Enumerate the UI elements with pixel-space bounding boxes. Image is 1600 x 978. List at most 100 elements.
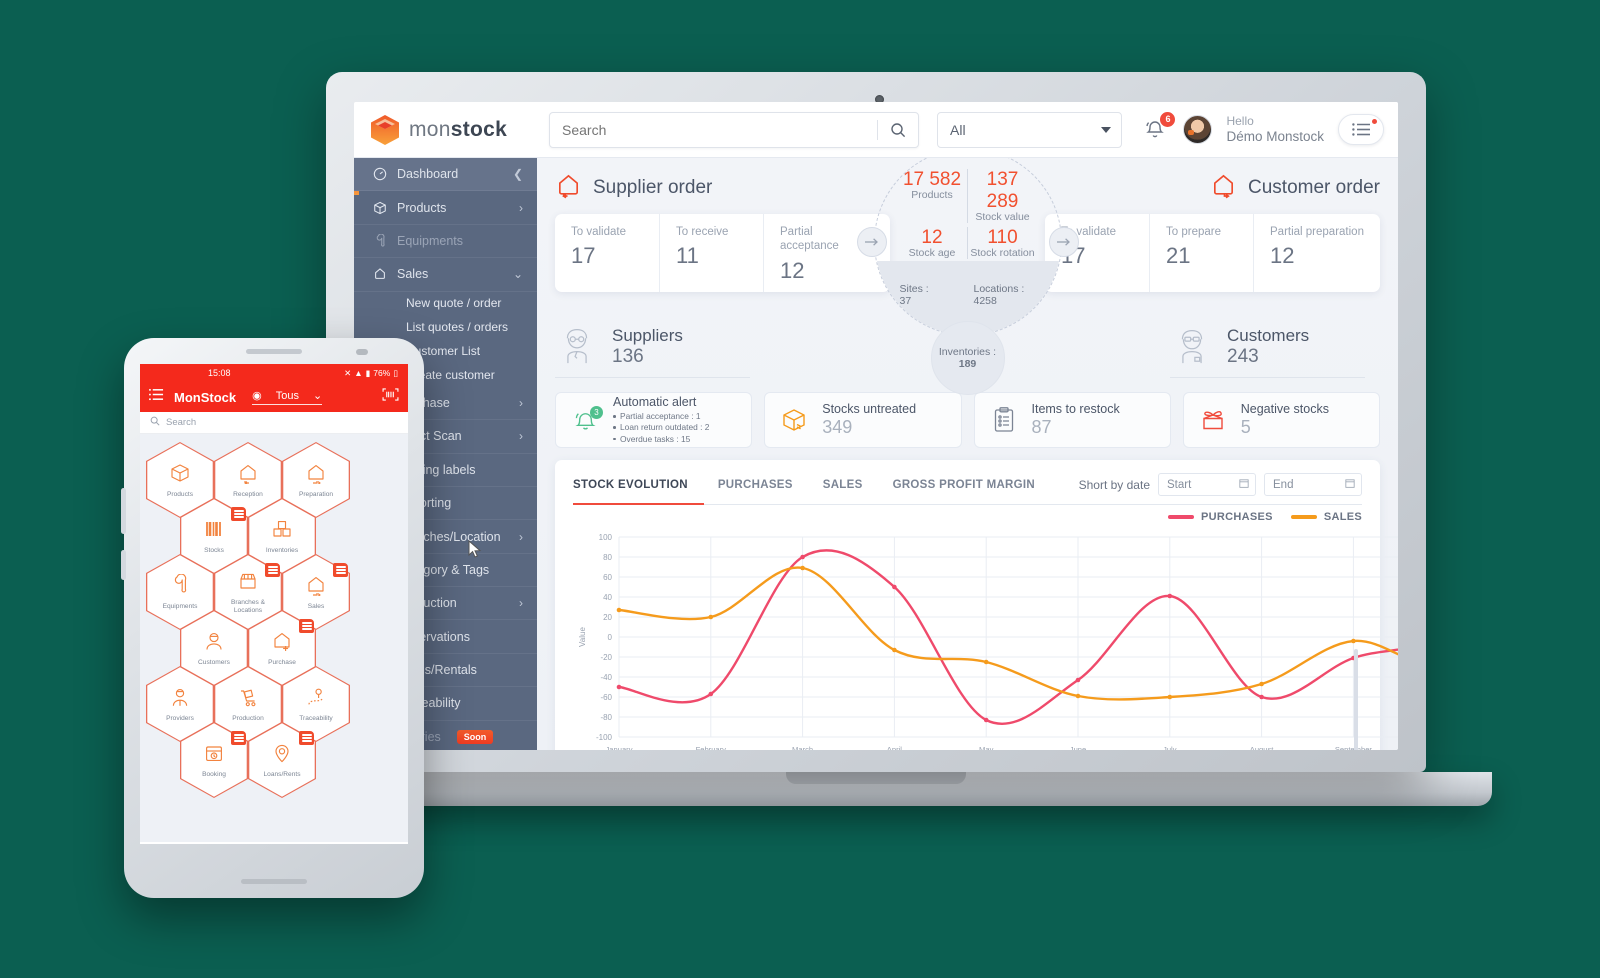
brand-logo[interactable]: monstock bbox=[354, 114, 537, 146]
start-date-placeholder: Start bbox=[1167, 478, 1192, 491]
hex-notification-badge bbox=[299, 619, 314, 633]
dial-arrow-right-icon bbox=[1048, 227, 1079, 257]
alert-card-items-to-restock[interactable]: Items to restock 87 bbox=[973, 392, 1171, 448]
hex-tile-booking[interactable]: Booking bbox=[180, 722, 248, 798]
kpi-to-prepare[interactable]: To prepare 21 bbox=[1149, 214, 1253, 292]
end-date-input[interactable]: End bbox=[1264, 473, 1362, 496]
tab-purchases[interactable]: PURCHASES bbox=[718, 479, 793, 500]
phone-volume-button[interactable] bbox=[121, 488, 126, 534]
alert-content: Automatic alert Partial acceptance : 1 L… bbox=[613, 395, 709, 444]
tab-gross-profit-margin[interactable]: GROSS PROFIT MARGIN bbox=[893, 479, 1035, 500]
customers-summary: Customers 243 bbox=[1170, 322, 1380, 371]
kpi-partial-preparation[interactable]: Partial preparation 12 bbox=[1253, 214, 1380, 292]
search-input[interactable] bbox=[550, 121, 877, 138]
sidebar-item-sales[interactable]: Sales ⌄ bbox=[354, 258, 537, 292]
chevron-right-icon: › bbox=[519, 395, 523, 410]
alert-card-negative-stocks[interactable]: Negative stocks 5 bbox=[1182, 392, 1380, 448]
dial-arrow-left-icon bbox=[856, 227, 887, 257]
kpi-to-receive[interactable]: To receive 11 bbox=[659, 214, 763, 292]
status-time: 15:08 bbox=[208, 368, 231, 378]
legend-purchases[interactable]: PURCHASES bbox=[1168, 511, 1273, 523]
customer-order-kpis: To validate 17 To prepare 21 Partial pre… bbox=[1045, 214, 1380, 292]
mute-icon: ✕ bbox=[344, 367, 352, 378]
legend-label: SALES bbox=[1323, 511, 1362, 523]
battery-level: 76% bbox=[373, 368, 391, 378]
dial-label: Stock value bbox=[975, 211, 1030, 223]
svg-text:-60: -60 bbox=[600, 693, 612, 702]
svg-text:August: August bbox=[1250, 745, 1275, 750]
hex-tile-loans-rents[interactable]: Loans/Rents bbox=[248, 722, 316, 798]
kpi-to-validate[interactable]: To validate 17 bbox=[555, 214, 659, 292]
kpi-value: 21 bbox=[1166, 243, 1191, 269]
sidebar-item-products[interactable]: Products › bbox=[354, 191, 537, 225]
alert-bullet: Overdue tasks : 15 bbox=[613, 434, 709, 445]
dial-value: 12 bbox=[921, 227, 943, 248]
chart-tabs: STOCK EVOLUTION PURCHASES SALES GROSS PR… bbox=[555, 460, 1380, 505]
collapse-icon[interactable]: ❮ bbox=[513, 167, 523, 181]
phone-home-indicator bbox=[241, 879, 307, 884]
supplier-order-icon bbox=[555, 172, 582, 204]
end-date-placeholder: End bbox=[1273, 478, 1294, 491]
tab-stock-evolution[interactable]: STOCK EVOLUTION bbox=[573, 479, 688, 500]
stock-evolution-chart[interactable]: 100 80 60 40 20 0 -20 -40 -60 -80 -100 January Febru… bbox=[573, 529, 1398, 750]
global-search[interactable] bbox=[549, 111, 919, 148]
sidebar-label: Dashboard bbox=[397, 167, 459, 182]
scope-select[interactable]: All bbox=[937, 111, 1122, 148]
chart-scrollbar[interactable] bbox=[1354, 649, 1358, 750]
dial-locations-value: 4258 bbox=[973, 295, 997, 307]
chart-svg: 100 80 60 40 20 0 -20 -40 -60 -80 -100 January Febru… bbox=[578, 533, 1398, 750]
alert-content: Items to restock 87 bbox=[1032, 402, 1120, 438]
dial-sites: Sites : 37 bbox=[900, 283, 962, 307]
supplier-order-title: Supplier order bbox=[593, 177, 713, 198]
stock-summary-dial: 17 582 Products 137 289 Stock value 12 S… bbox=[856, 158, 1079, 395]
alert-title: Negative stocks bbox=[1240, 402, 1329, 416]
alert-card-stocks-untreated[interactable]: Stocks untreated 349 bbox=[764, 392, 962, 448]
phone-scan-icon[interactable] bbox=[382, 388, 399, 406]
basket-in-icon bbox=[237, 462, 259, 489]
battery-icon: ▯ bbox=[393, 367, 398, 378]
app-header: monstock All bbox=[354, 102, 1398, 158]
search-icon[interactable] bbox=[878, 122, 918, 138]
alert-value: 5 bbox=[1240, 417, 1251, 437]
sidebar-subitem-list-quotes[interactable]: List quotes / orders bbox=[354, 315, 537, 339]
kpi-value: 11 bbox=[676, 243, 699, 269]
laptop-screen: monstock All bbox=[354, 102, 1398, 750]
pin-icon bbox=[271, 742, 293, 769]
customers-block[interactable]: Customers 243 bbox=[1170, 322, 1380, 378]
sidebar-item-equipments[interactable]: Equipments bbox=[354, 225, 537, 259]
gauge-icon bbox=[372, 167, 387, 182]
start-date-input[interactable]: Start bbox=[1158, 473, 1256, 496]
alert-bullet: Partial acceptance : 1 bbox=[613, 411, 709, 422]
alert-title: Items to restock bbox=[1031, 402, 1120, 416]
phone-camera bbox=[356, 349, 368, 355]
phone-screen: 15:08 ✕ ▲ ▮ 76% ▯ MonStock ◉ Tous ⌄ Sear… bbox=[140, 364, 408, 844]
customers-label: Customers bbox=[1227, 325, 1310, 345]
alert-count-badge: 3 bbox=[590, 405, 603, 419]
dial-stock-value: 137 289 Stock value bbox=[968, 169, 1038, 223]
phone-filter-select[interactable]: ◉ Tous ⌄ bbox=[252, 389, 323, 405]
dial-stock-rotation: 110 Stock rotation bbox=[968, 227, 1038, 259]
box-icon bbox=[372, 200, 387, 215]
laptop-lid: monstock All bbox=[326, 72, 1426, 772]
hex-label: Loans/Rents bbox=[263, 770, 301, 778]
notifications-button[interactable]: 6 bbox=[1143, 111, 1176, 143]
svg-text:May: May bbox=[979, 745, 994, 750]
avatar[interactable] bbox=[1183, 115, 1213, 144]
phone-power-button[interactable] bbox=[121, 550, 126, 580]
suppliers-info: Suppliers 136 bbox=[612, 326, 683, 368]
orders-row: Supplier order To validate 17 To receive… bbox=[555, 158, 1380, 395]
phone-search-bar[interactable]: Search bbox=[140, 412, 408, 434]
suppliers-block[interactable]: Suppliers 136 bbox=[555, 322, 765, 378]
app-menu-dot bbox=[1372, 119, 1377, 124]
legend-sales[interactable]: SALES bbox=[1290, 511, 1362, 523]
alert-bullet-list: Partial acceptance : 1 Loan return outda… bbox=[613, 411, 709, 444]
sidebar-subitem-new-quote[interactable]: New quote / order bbox=[354, 292, 537, 316]
sidebar-item-dashboard[interactable]: Dashboard ❮ bbox=[354, 158, 537, 192]
alert-card-automatic-alert[interactable]: 3 Automatic alert Partial acceptance : 1… bbox=[555, 392, 753, 448]
hamburger-icon[interactable] bbox=[149, 388, 164, 406]
phone-hex-grid: Products Reception Preparation Stocks Invent… bbox=[140, 434, 408, 842]
app-menu-button[interactable] bbox=[1338, 114, 1384, 145]
dial-locations-label: Locations : bbox=[973, 283, 1025, 295]
tab-sales[interactable]: SALES bbox=[823, 479, 863, 500]
user-greeting[interactable]: Hello Démo Monstock bbox=[1226, 114, 1324, 144]
